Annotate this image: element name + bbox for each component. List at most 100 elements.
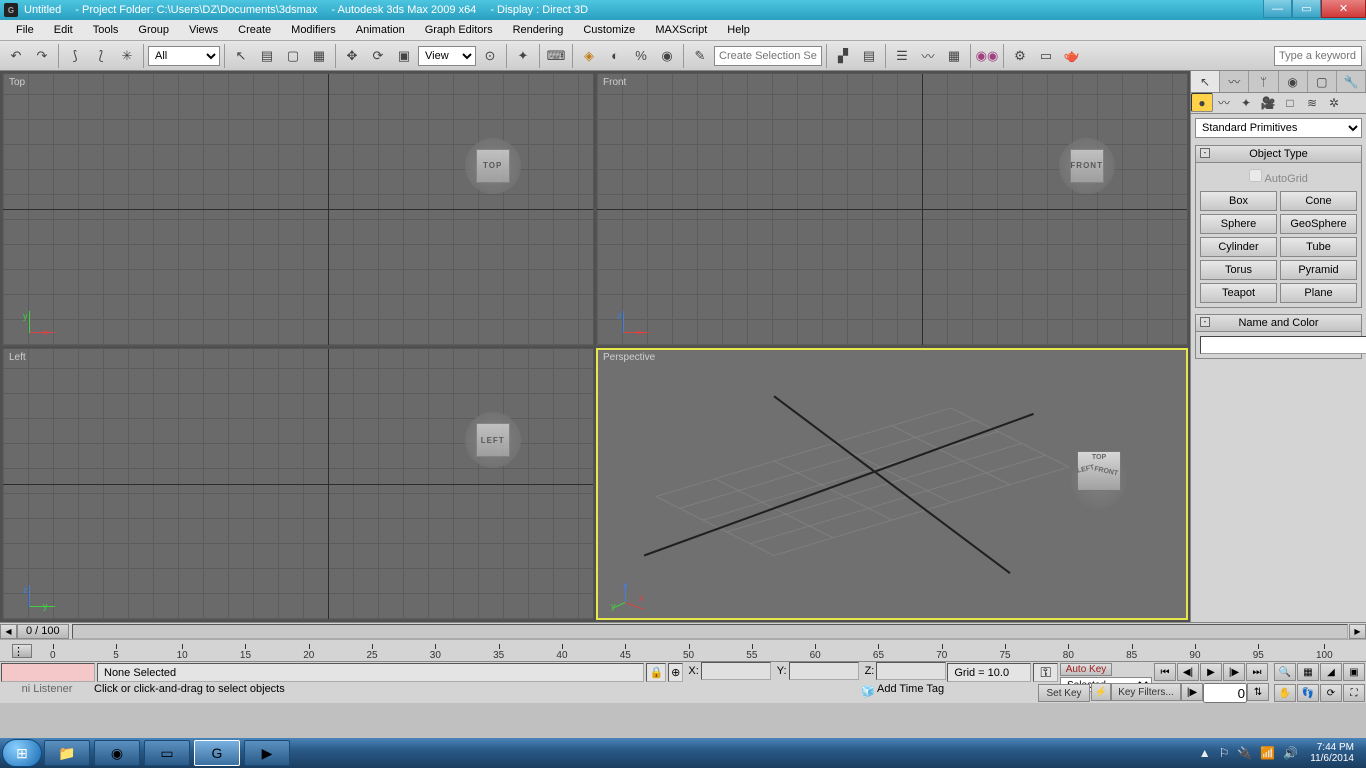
y-coord-input[interactable]: [789, 662, 859, 680]
menu-group[interactable]: Group: [128, 24, 179, 36]
taskbar-chrome-icon[interactable]: ◉: [94, 740, 140, 766]
taskbar-media-icon[interactable]: ▶: [244, 740, 290, 766]
nav-zoom-icon[interactable]: 🔍: [1274, 663, 1296, 681]
lock-icon[interactable]: 🔒: [649, 666, 663, 679]
nav-walk-icon[interactable]: 👣: [1297, 684, 1319, 702]
edit-namedsel-icon[interactable]: ✎: [688, 44, 712, 68]
move-icon[interactable]: ✥: [340, 44, 364, 68]
prim-cylinder-button[interactable]: Cylinder: [1200, 237, 1277, 257]
tab-utilities[interactable]: 🔧: [1337, 71, 1366, 92]
rotate-icon[interactable]: ⟳: [366, 44, 390, 68]
curve-editor-icon[interactable]: 〰: [916, 44, 940, 68]
search-input[interactable]: [1274, 46, 1362, 66]
select-name-icon[interactable]: ▤: [255, 44, 279, 68]
nav-fov-icon[interactable]: ◢: [1320, 663, 1342, 681]
timeline[interactable]: ⋮ 05101520253035404550556065707580859095…: [0, 639, 1366, 661]
viewcube-front[interactable]: FRONT: [1059, 138, 1115, 194]
unlink-icon[interactable]: ⟅: [89, 44, 113, 68]
spacewarps-icon[interactable]: ≋: [1301, 93, 1323, 112]
tab-hierarchy[interactable]: ᛘ: [1249, 71, 1278, 92]
menu-maxscript[interactable]: MAXScript: [645, 24, 717, 36]
timeconfig-icon[interactable]: |▶: [1181, 683, 1203, 701]
timeline-scrubber-icon[interactable]: ⋮: [12, 644, 32, 658]
menu-rendering[interactable]: Rendering: [503, 24, 574, 36]
angle-snap-icon[interactable]: ◐: [603, 44, 627, 68]
window-crossing-icon[interactable]: ▦: [307, 44, 331, 68]
layers-icon[interactable]: ☰: [890, 44, 914, 68]
keyfilters-button[interactable]: Key Filters...: [1111, 683, 1181, 701]
mirror-icon[interactable]: ▞: [831, 44, 855, 68]
tray-action-icon[interactable]: ⚐: [1217, 746, 1232, 760]
play-icon[interactable]: ▶: [1200, 663, 1222, 681]
bind-spacewarp-icon[interactable]: ✳: [115, 44, 139, 68]
tab-motion[interactable]: ◉: [1279, 71, 1308, 92]
viewport-top[interactable]: Top TOP y x: [2, 73, 594, 346]
nav-orbit-icon[interactable]: ⟳: [1320, 684, 1342, 702]
start-button[interactable]: ⊞: [2, 739, 42, 767]
timetag-icon[interactable]: 🧊: [861, 686, 875, 698]
tray-volume-icon[interactable]: 🔊: [1281, 746, 1300, 760]
prim-cone-button[interactable]: Cone: [1280, 191, 1357, 211]
viewcube-left[interactable]: LEFT: [465, 412, 521, 468]
menu-customize[interactable]: Customize: [573, 24, 645, 36]
category-dropdown[interactable]: Standard Primitives: [1195, 118, 1362, 138]
material-editor-icon[interactable]: ◉◉: [975, 44, 999, 68]
systems-icon[interactable]: ✲: [1323, 93, 1345, 112]
prim-plane-button[interactable]: Plane: [1280, 283, 1357, 303]
nav-zoomall-icon[interactable]: ▦: [1297, 663, 1319, 681]
close-button[interactable]: ✕: [1321, 0, 1366, 18]
tab-modify[interactable]: 〰: [1220, 71, 1249, 92]
selection-filter-dropdown[interactable]: All: [148, 46, 220, 66]
shapes-icon[interactable]: 〰: [1213, 93, 1235, 112]
keymode-icon[interactable]: ⚡: [1091, 683, 1111, 701]
taskbar-app-icon[interactable]: ▭: [144, 740, 190, 766]
tray-network-icon[interactable]: 📶: [1258, 746, 1277, 760]
prev-frame-icon[interactable]: ◀|: [1177, 663, 1199, 681]
tab-create[interactable]: ↖: [1191, 71, 1220, 92]
maximize-button[interactable]: ▭: [1292, 0, 1321, 18]
redo-icon[interactable]: ↷: [30, 44, 54, 68]
render-setup-icon[interactable]: ⚙: [1008, 44, 1032, 68]
scroll-left-icon[interactable]: ◀: [0, 624, 17, 639]
rendered-frame-icon[interactable]: ▭: [1034, 44, 1058, 68]
nav-zoomextents-icon[interactable]: ▣: [1343, 663, 1365, 681]
maxscript-mini-listener[interactable]: [1, 663, 95, 682]
prim-tube-button[interactable]: Tube: [1280, 237, 1357, 257]
scroll-right-icon[interactable]: ▶: [1349, 624, 1366, 639]
viewport-front[interactable]: Front FRONT z x: [596, 73, 1188, 346]
rollout-collapse-icon[interactable]: -: [1200, 148, 1210, 158]
taskbar-clock[interactable]: 7:44 PM11/6/2014: [1304, 742, 1360, 764]
timetag-button[interactable]: Add Time Tag: [877, 683, 1037, 703]
select-icon[interactable]: ↖: [229, 44, 253, 68]
prim-box-button[interactable]: Box: [1200, 191, 1277, 211]
menu-views[interactable]: Views: [179, 24, 228, 36]
current-frame-input[interactable]: [1203, 683, 1247, 703]
select-rect-icon[interactable]: ▢: [281, 44, 305, 68]
autokey-button[interactable]: Auto Key: [1060, 663, 1112, 676]
menu-create[interactable]: Create: [228, 24, 281, 36]
tab-display[interactable]: ▢: [1308, 71, 1337, 92]
listener-label[interactable]: ni Listener: [0, 683, 94, 703]
menu-file[interactable]: File: [6, 24, 44, 36]
tray-up-icon[interactable]: ▲: [1197, 746, 1213, 760]
viewport-left[interactable]: Left LEFT z y: [2, 348, 594, 621]
spinner-snap-icon[interactable]: ◉: [655, 44, 679, 68]
x-coord-input[interactable]: [701, 662, 771, 680]
setkey-button[interactable]: Set Key: [1038, 684, 1090, 702]
percent-snap-icon[interactable]: %: [629, 44, 653, 68]
named-selection-input[interactable]: [714, 46, 822, 66]
menu-grapheditors[interactable]: Graph Editors: [415, 24, 503, 36]
nav-maximize-icon[interactable]: ⛶: [1343, 684, 1365, 702]
pivot-icon[interactable]: ⊙: [478, 44, 502, 68]
refcoord-dropdown[interactable]: View: [418, 46, 476, 66]
viewcube-top[interactable]: TOP: [465, 138, 521, 194]
object-name-input[interactable]: [1200, 336, 1366, 354]
tray-power-icon[interactable]: 🔌: [1235, 746, 1254, 760]
snap-toggle-icon[interactable]: ◈: [577, 44, 601, 68]
lights-icon[interactable]: ✦: [1235, 93, 1257, 112]
menu-help[interactable]: Help: [717, 24, 760, 36]
prim-pyramid-button[interactable]: Pyramid: [1280, 260, 1357, 280]
menu-edit[interactable]: Edit: [44, 24, 83, 36]
z-coord-input[interactable]: [876, 662, 946, 680]
menu-animation[interactable]: Animation: [346, 24, 415, 36]
